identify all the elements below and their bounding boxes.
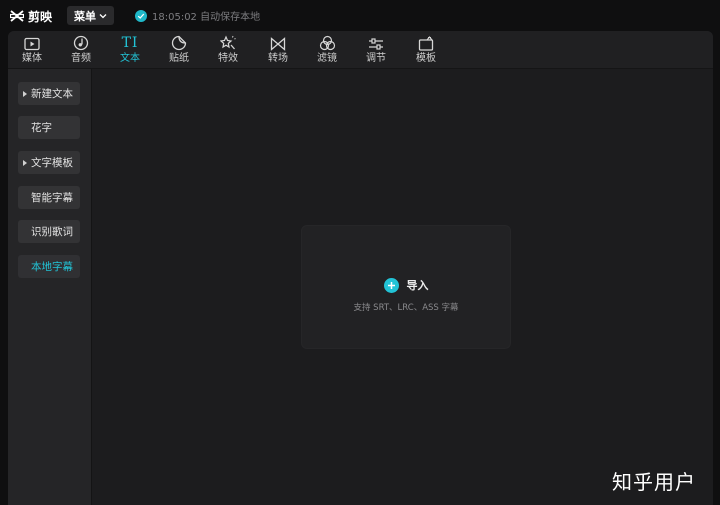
template-icon (418, 36, 434, 51)
sidebar-item-lyrics-recognition[interactable]: 识别歌词 (18, 220, 80, 243)
top-toolbar: 媒体 音频 TI 文本 贴纸 特效 转场 滤镜 调节 模板 (8, 31, 713, 69)
sidebar-item-fancy-text[interactable]: 花字 (18, 116, 80, 139)
watermark-text: 知乎用户 (612, 470, 696, 494)
import-dropzone[interactable]: 导入 支持 SRT、LRC、ASS 字幕 (301, 225, 511, 349)
audio-icon (73, 35, 89, 51)
caret-right-icon (23, 159, 27, 166)
sticker-icon (171, 35, 187, 51)
sidebar-item-auto-captions[interactable]: 智能字幕 (18, 186, 80, 209)
title-bar: 剪映 菜单 18:05:02 自动保存本地 (0, 0, 720, 31)
app-name: 剪映 (28, 9, 53, 24)
effects-icon (220, 35, 236, 50)
import-hint: 支持 SRT、LRC、ASS 字幕 (353, 303, 459, 313)
tab-filter[interactable]: 滤镜 (305, 33, 349, 67)
text-category-sidebar: 新建文本 花字 文字模板 智能字幕 识别歌词 本地字幕 (8, 69, 92, 505)
app-window: 剪映 菜单 18:05:02 自动保存本地 媒体 音频 TI 文本 贴纸 特效 … (0, 0, 720, 505)
import-button[interactable]: 导入 (302, 277, 510, 293)
tab-media[interactable]: 媒体 (10, 33, 54, 67)
check-circle-icon (135, 9, 147, 22)
menu-button[interactable]: 菜单 (67, 6, 114, 25)
tab-sticker[interactable]: 贴纸 (157, 33, 201, 67)
adjust-icon (369, 38, 383, 50)
save-status: 18:05:02 自动保存本地 (135, 8, 260, 23)
sidebar-item-new-text[interactable]: 新建文本 (18, 82, 80, 105)
save-status-text: 18:05:02 自动保存本地 (152, 12, 261, 23)
text-icon: TI (121, 35, 139, 51)
chevron-down-icon (99, 13, 107, 18)
tab-text[interactable]: TI 文本 (108, 33, 152, 67)
plus-circle-icon (383, 277, 399, 293)
transition-icon (270, 37, 286, 51)
sidebar-item-local-captions[interactable]: 本地字幕 (18, 255, 80, 278)
sidebar-item-text-templates[interactable]: 文字模板 (18, 151, 80, 174)
tab-template[interactable]: 模板 (404, 33, 448, 67)
tab-transition[interactable]: 转场 (256, 33, 300, 67)
content-area: 导入 支持 SRT、LRC、ASS 字幕 (92, 69, 713, 505)
filter-icon (319, 35, 335, 51)
menu-label: 菜单 (74, 9, 96, 23)
tab-effects[interactable]: 特效 (206, 33, 250, 67)
tab-audio[interactable]: 音频 (59, 33, 103, 67)
main-panel: 媒体 音频 TI 文本 贴纸 特效 转场 滤镜 调节 模板 新建文本 花字 文字… (8, 31, 713, 505)
caret-right-icon (23, 90, 27, 97)
import-label: 导入 (406, 279, 429, 292)
tab-adjust[interactable]: 调节 (354, 33, 398, 67)
media-icon (24, 37, 40, 51)
app-logo: 剪映 (10, 7, 52, 25)
capcut-logo-icon (10, 10, 24, 22)
